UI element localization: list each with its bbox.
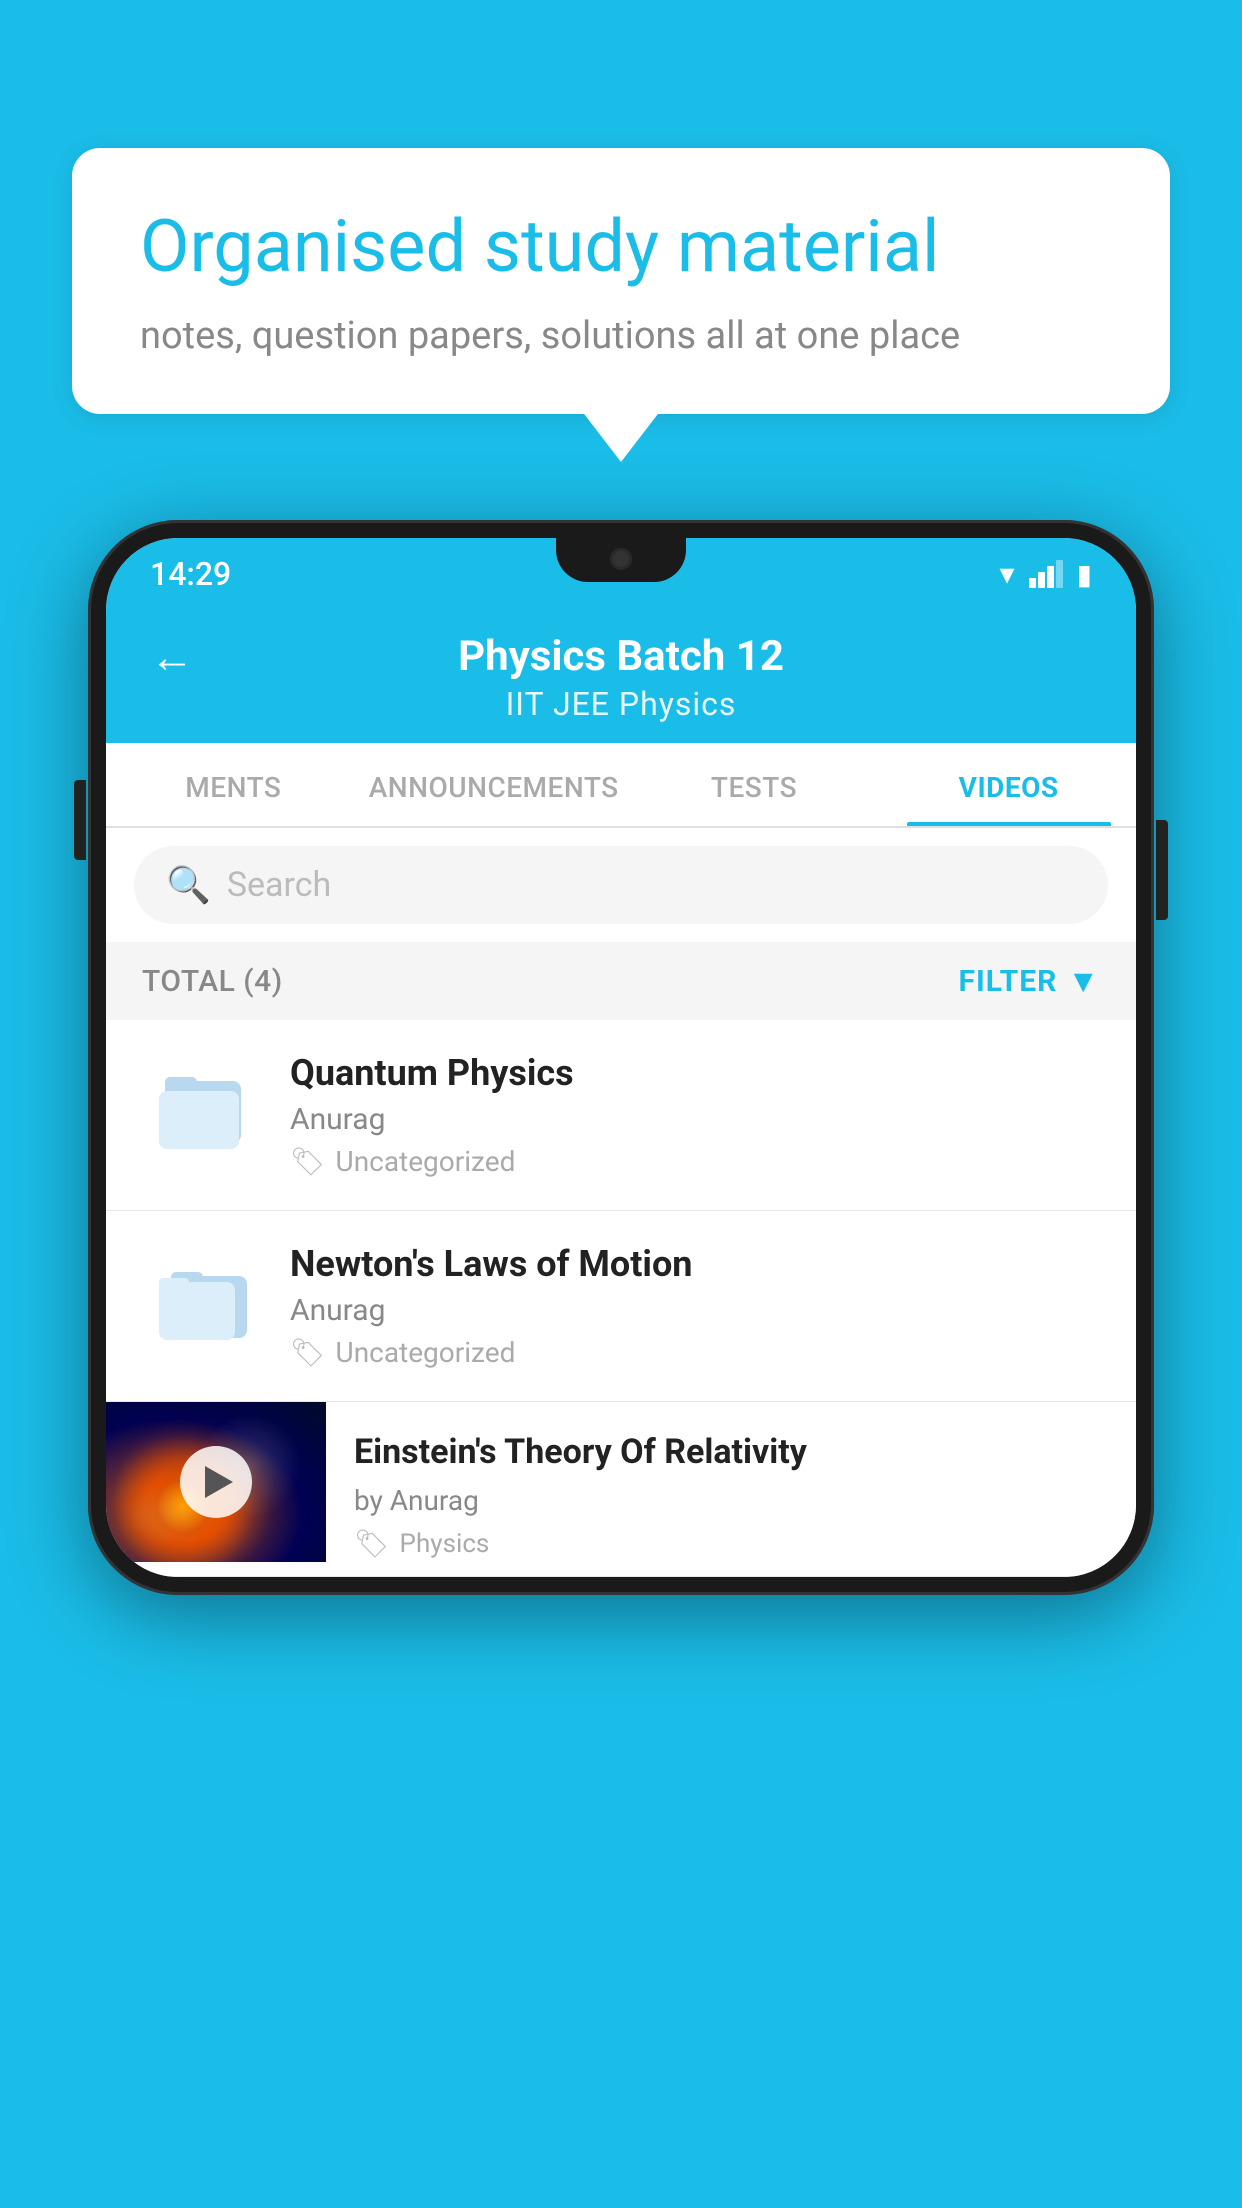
search-bar[interactable]: 🔍 Search xyxy=(134,846,1108,924)
search-container: 🔍 Search xyxy=(106,828,1136,942)
video-author-2: Anurag xyxy=(290,1293,1100,1328)
video-thumbnail-3 xyxy=(106,1402,326,1562)
video-thumb-1 xyxy=(142,1055,262,1175)
speech-bubble: Organised study material notes, question… xyxy=(72,148,1170,414)
video-author-1: Anurag xyxy=(290,1102,1100,1137)
status-icons: ▾ ▮ xyxy=(1000,557,1092,592)
search-icon: 🔍 xyxy=(166,864,211,906)
wifi-icon: ▾ xyxy=(1000,557,1015,592)
video-title-3: Einstein's Theory Of Relativity xyxy=(354,1430,1108,1474)
speech-bubble-title: Organised study material xyxy=(140,204,1102,290)
tag-icon-1: 🏷 xyxy=(290,1145,326,1178)
video-title-1: Quantum Physics xyxy=(290,1052,1100,1094)
status-time: 14:29 xyxy=(150,555,231,593)
video-author-3: by Anurag xyxy=(354,1484,1108,1517)
tab-announcements[interactable]: ANNOUNCEMENTS xyxy=(361,743,627,826)
speech-bubble-subtitle: notes, question papers, solutions all at… xyxy=(140,314,1102,358)
filter-label: FILTER xyxy=(959,964,1058,999)
phone-mockup: 14:29 ▾ ▮ ← xyxy=(88,520,1154,1595)
battery-icon: ▮ xyxy=(1077,558,1092,591)
video-info-2: Newton's Laws of Motion Anurag 🏷 Uncateg… xyxy=(290,1243,1100,1369)
folder-icon-1 xyxy=(157,1071,247,1159)
app-subtitle: IIT JEE Physics xyxy=(506,685,737,723)
video-tag-2: 🏷 Uncategorized xyxy=(290,1336,1100,1369)
video-title-2: Newton's Laws of Motion xyxy=(290,1243,1100,1285)
back-button[interactable]: ← xyxy=(150,631,194,683)
phone-screen: 14:29 ▾ ▮ ← xyxy=(106,538,1136,1577)
tag-icon-2: 🏷 xyxy=(290,1336,326,1369)
video-list: Quantum Physics Anurag 🏷 Uncategorized xyxy=(106,1020,1136,1577)
phone-outer: 14:29 ▾ ▮ ← xyxy=(88,520,1154,1595)
notch xyxy=(556,538,686,582)
video-thumb-2 xyxy=(142,1246,262,1366)
tab-tests[interactable]: TESTS xyxy=(627,743,882,826)
list-item[interactable]: Quantum Physics Anurag 🏷 Uncategorized xyxy=(106,1020,1136,1211)
list-item[interactable]: Einstein's Theory Of Relativity by Anura… xyxy=(106,1402,1136,1577)
tab-videos[interactable]: VIDEOS xyxy=(881,743,1136,826)
filter-bar: TOTAL (4) FILTER ▼ xyxy=(106,942,1136,1020)
app-title: Physics Batch 12 xyxy=(458,632,784,681)
speech-bubble-wrapper: Organised study material notes, question… xyxy=(72,148,1170,414)
video-tag-3: 🏷 Physics xyxy=(354,1527,1108,1560)
total-count: TOTAL (4) xyxy=(142,964,283,999)
tab-bar: MENTS ANNOUNCEMENTS TESTS VIDEOS xyxy=(106,743,1136,828)
tag-icon-3: 🏷 xyxy=(354,1527,390,1560)
list-item[interactable]: Newton's Laws of Motion Anurag 🏷 Uncateg… xyxy=(106,1211,1136,1402)
play-button-3[interactable] xyxy=(180,1446,252,1518)
search-placeholder: Search xyxy=(227,865,331,905)
folder-icon-2 xyxy=(157,1262,247,1350)
video-info-3: Einstein's Theory Of Relativity by Anura… xyxy=(326,1402,1136,1576)
status-bar: 14:29 ▾ ▮ xyxy=(106,538,1136,610)
header-row: ← Physics Batch 12 xyxy=(150,632,1092,681)
front-camera-icon xyxy=(610,548,632,570)
app-header: ← Physics Batch 12 IIT JEE Physics xyxy=(106,610,1136,743)
filter-button[interactable]: FILTER ▼ xyxy=(959,962,1101,1000)
signal-icon xyxy=(1029,560,1063,588)
video-info-1: Quantum Physics Anurag 🏷 Uncategorized xyxy=(290,1052,1100,1178)
filter-icon: ▼ xyxy=(1067,962,1100,1000)
play-triangle-icon xyxy=(205,1466,233,1498)
tab-ments[interactable]: MENTS xyxy=(106,743,361,826)
video-tag-1: 🏷 Uncategorized xyxy=(290,1145,1100,1178)
